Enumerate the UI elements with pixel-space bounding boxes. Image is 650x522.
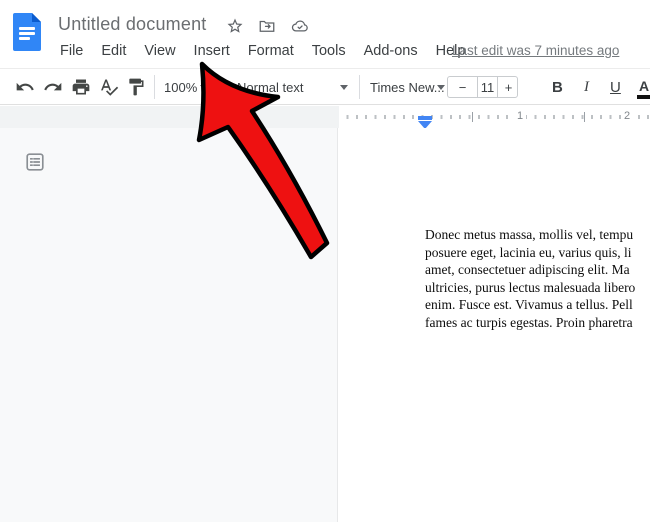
paragraph-style-select[interactable]: Normal text <box>237 80 303 95</box>
text-color-swatch <box>637 95 650 99</box>
toolbar: 100% Normal text Times New... − 11 + B I… <box>0 68 650 105</box>
italic-button[interactable]: I <box>584 79 589 96</box>
ruler-half-inch-tick <box>584 112 585 122</box>
underline-button[interactable]: U <box>610 79 621 96</box>
undo-icon[interactable] <box>15 77 35 97</box>
toolbar-divider <box>154 75 155 99</box>
redo-icon[interactable] <box>43 77 63 97</box>
increase-font-size-button[interactable]: + <box>498 77 519 97</box>
text-color-button[interactable]: A <box>637 78 650 94</box>
menu-view[interactable]: View <box>144 43 175 59</box>
docs-logo-icon[interactable] <box>13 13 41 51</box>
zoom-select[interactable]: 100% <box>164 80 197 95</box>
print-icon[interactable] <box>71 77 91 97</box>
ruler-half-inch-tick <box>472 112 473 122</box>
text-line: Donec metus massa, mollis vel, tempu <box>425 226 650 244</box>
ruler-ticks <box>339 115 650 119</box>
cloud-saved-icon[interactable] <box>291 17 309 35</box>
editor-area: Donec metus massa, mollis vel, tempu pos… <box>0 128 650 522</box>
document-text[interactable]: Donec metus massa, mollis vel, tempu pos… <box>425 226 650 332</box>
text-line: ultricies, purus lectus malesuada libero <box>425 279 650 297</box>
left-panel <box>0 128 338 522</box>
spellcheck-icon[interactable] <box>99 77 119 97</box>
menu-format[interactable]: Format <box>248 43 294 59</box>
toolbar-divider <box>359 75 360 99</box>
bold-button[interactable]: B <box>552 79 563 96</box>
decrease-font-size-button[interactable]: − <box>448 77 477 97</box>
font-family-select[interactable]: Times New... <box>370 80 445 95</box>
star-icon[interactable] <box>226 17 244 35</box>
text-line: fames ac turpis egestas. Proin pharetra <box>425 314 650 332</box>
document-outline-icon[interactable] <box>24 151 46 173</box>
chevron-down-icon[interactable] <box>340 85 348 90</box>
menu-addons[interactable]: Add-ons <box>364 43 418 59</box>
ruler-inch-number: 2 <box>621 110 633 122</box>
first-line-indent-marker[interactable] <box>418 116 432 120</box>
menubar: File Edit View Insert Format Tools Add-o… <box>60 43 465 59</box>
ruler[interactable]: 1 2 <box>0 106 650 128</box>
text-color-label: A <box>639 78 649 94</box>
menu-file[interactable]: File <box>60 43 83 59</box>
chevron-down-icon[interactable] <box>437 85 445 90</box>
font-size-control: − 11 + <box>447 76 518 98</box>
menu-edit[interactable]: Edit <box>101 43 126 59</box>
text-line: enim. Fusce est. Vivamus a tellus. Pell <box>425 296 650 314</box>
move-folder-icon[interactable] <box>258 17 276 35</box>
ruler-inch-number: 1 <box>514 110 526 122</box>
menu-tools[interactable]: Tools <box>312 43 346 59</box>
google-docs-window: Untitled document File Edit View Insert … <box>0 0 650 522</box>
chevron-down-icon[interactable] <box>200 85 208 90</box>
menu-insert[interactable]: Insert <box>194 43 230 59</box>
ruler-left-margin <box>0 106 339 128</box>
document-title[interactable]: Untitled document <box>58 14 206 35</box>
last-edit-link[interactable]: Last edit was 7 minutes ago <box>452 43 619 58</box>
paint-format-icon[interactable] <box>126 77 146 97</box>
text-line: posuere eget, lacinia eu, varius quis, l… <box>425 244 650 262</box>
document-page[interactable]: Donec metus massa, mollis vel, tempu pos… <box>339 128 650 522</box>
header: Untitled document File Edit View Insert … <box>0 0 650 68</box>
text-line: amet, consectetuer adipiscing elit. Ma <box>425 261 650 279</box>
font-size-input[interactable]: 11 <box>477 77 498 97</box>
toolbar-divider <box>218 75 219 99</box>
